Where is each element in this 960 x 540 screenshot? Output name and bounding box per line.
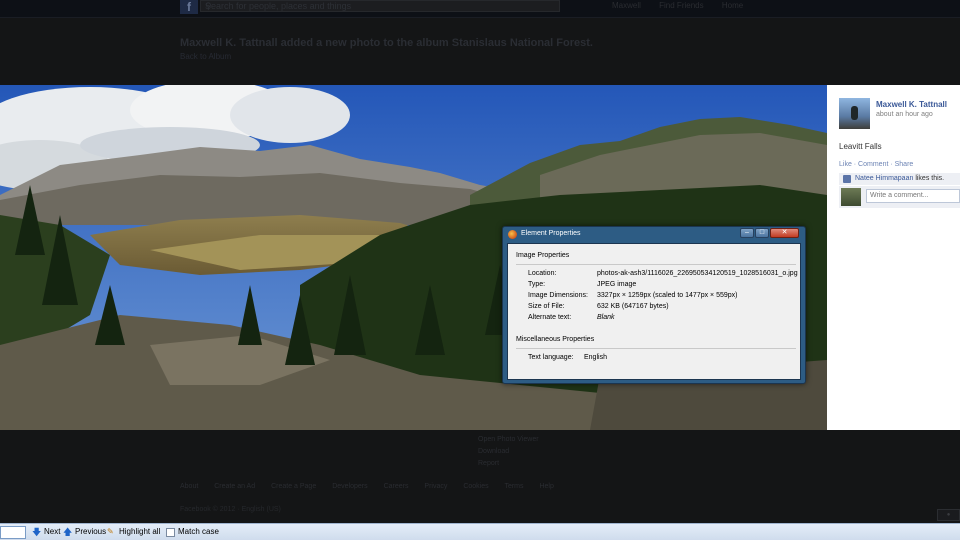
open-photo-viewer-link[interactable]: Open Photo Viewer — [478, 434, 539, 446]
top-nav-home[interactable]: Home — [722, 1, 743, 10]
report-link[interactable]: Report — [478, 458, 539, 470]
footer-link[interactable]: Help — [539, 483, 553, 490]
firefox-icon — [508, 230, 517, 239]
footer-link[interactable]: Cookies — [463, 483, 488, 490]
file-size-value: 632 KB (647167 bytes) — [597, 303, 669, 310]
type-value: JPEG image — [597, 281, 637, 288]
facebook-top-bar: f Search for people, places and things ⚲… — [0, 0, 960, 18]
photo-caption: Leavitt Falls — [839, 142, 882, 151]
arrow-up-icon[interactable]: 🡅 — [63, 527, 72, 537]
facebook-search-input[interactable]: Search for people, places and things ⚲ — [200, 0, 560, 12]
top-nav-find-friends[interactable]: Find Friends — [659, 1, 703, 10]
photo-options-links: Open Photo Viewer Download Report — [478, 434, 539, 470]
file-size-label: Size of File: — [528, 303, 565, 310]
avatar[interactable] — [839, 98, 870, 129]
post-timestamp[interactable]: about an hour ago — [876, 111, 933, 118]
dialog-title-bar[interactable]: Element Properties – □ ✕ — [503, 227, 805, 241]
close-button[interactable]: ✕ — [770, 228, 799, 238]
arrow-down-icon[interactable]: 🡇 — [32, 527, 41, 537]
download-link[interactable]: Download — [478, 446, 539, 458]
match-case-checkbox[interactable] — [166, 528, 175, 537]
text-language-label: Text language: — [528, 354, 574, 361]
find-next-button[interactable]: Next — [44, 527, 60, 536]
minimize-button[interactable]: – — [740, 228, 754, 238]
comment-input[interactable]: Write a comment... — [866, 189, 960, 203]
footer-links: About Create an Ad Create a Page Develop… — [180, 483, 568, 490]
highlighter-icon[interactable]: ✎ — [107, 527, 114, 537]
footer-link[interactable]: Create an Ad — [214, 483, 255, 490]
footer-link[interactable]: Developers — [332, 483, 367, 490]
image-properties-heading: Image Properties — [516, 252, 570, 259]
location-value-field[interactable]: photos-ak-ash3/1116026_226950534120519_1… — [597, 270, 798, 277]
section-divider — [516, 348, 796, 349]
copyright-text: Facebook © 2012 · English (US) — [180, 506, 281, 513]
find-previous-button[interactable]: Previous — [75, 527, 106, 536]
footer-link[interactable]: Careers — [384, 483, 409, 490]
alt-text-label: Alternate text: — [528, 314, 572, 321]
author-name[interactable]: Maxwell K. Tattnall — [876, 100, 947, 109]
footer-link[interactable]: Terms — [504, 483, 523, 490]
misc-properties-heading: Miscellaneous Properties — [516, 336, 595, 343]
footer-link[interactable]: Privacy — [424, 483, 447, 490]
find-bar: 🡇 Next 🡅 Previous ✎ Highlight all Match … — [0, 523, 960, 540]
dialog-body: Image Properties Location: photos-ak-ash… — [507, 243, 801, 380]
highlight-all-button[interactable]: Highlight all — [119, 527, 160, 536]
footer-link[interactable]: Create a Page — [271, 483, 316, 490]
section-divider — [516, 264, 796, 265]
search-icon[interactable]: ⚲ — [205, 1, 555, 12]
dimensions-value: 3327px × 1259px (scaled to 1477px × 559p… — [597, 292, 738, 299]
location-label: Location: — [528, 270, 557, 277]
back-to-album-link[interactable]: Back to Album — [180, 52, 231, 61]
maximize-button[interactable]: □ — [755, 228, 769, 238]
commenter-avatar — [841, 188, 861, 206]
chat-tab[interactable]: ● — [937, 509, 960, 521]
likes-text: likes this. — [913, 175, 945, 182]
element-properties-dialog: Element Properties – □ ✕ Image Propertie… — [502, 226, 806, 384]
facebook-logo[interactable]: f — [180, 0, 198, 14]
text-language-value: English — [584, 354, 607, 361]
thumbs-up-icon — [843, 175, 851, 183]
alt-text-value: Blank — [597, 314, 615, 321]
like-comment-share-links[interactable]: Like · Comment · Share — [839, 161, 913, 168]
top-nav-profile[interactable]: Maxwell — [612, 1, 641, 10]
dimensions-label: Image Dimensions: — [528, 292, 588, 299]
photo-sidebar: Maxwell K. Tattnall about an hour ago Le… — [827, 85, 960, 430]
liker-name[interactable]: Natee Himmapaan — [855, 175, 913, 182]
dialog-title: Element Properties — [521, 230, 581, 237]
likes-summary: Natee Himmapaan likes this. — [839, 173, 960, 185]
type-label: Type: — [528, 281, 546, 288]
comment-row: Write a comment... — [839, 186, 960, 208]
match-case-label[interactable]: Match case — [178, 527, 219, 536]
story-headline: Maxwell K. Tattnall added a new photo to… — [180, 37, 593, 49]
find-input[interactable] — [0, 526, 26, 539]
top-nav-links: Maxwell Find Friends Home — [612, 0, 759, 12]
footer-link[interactable]: About — [180, 483, 198, 490]
